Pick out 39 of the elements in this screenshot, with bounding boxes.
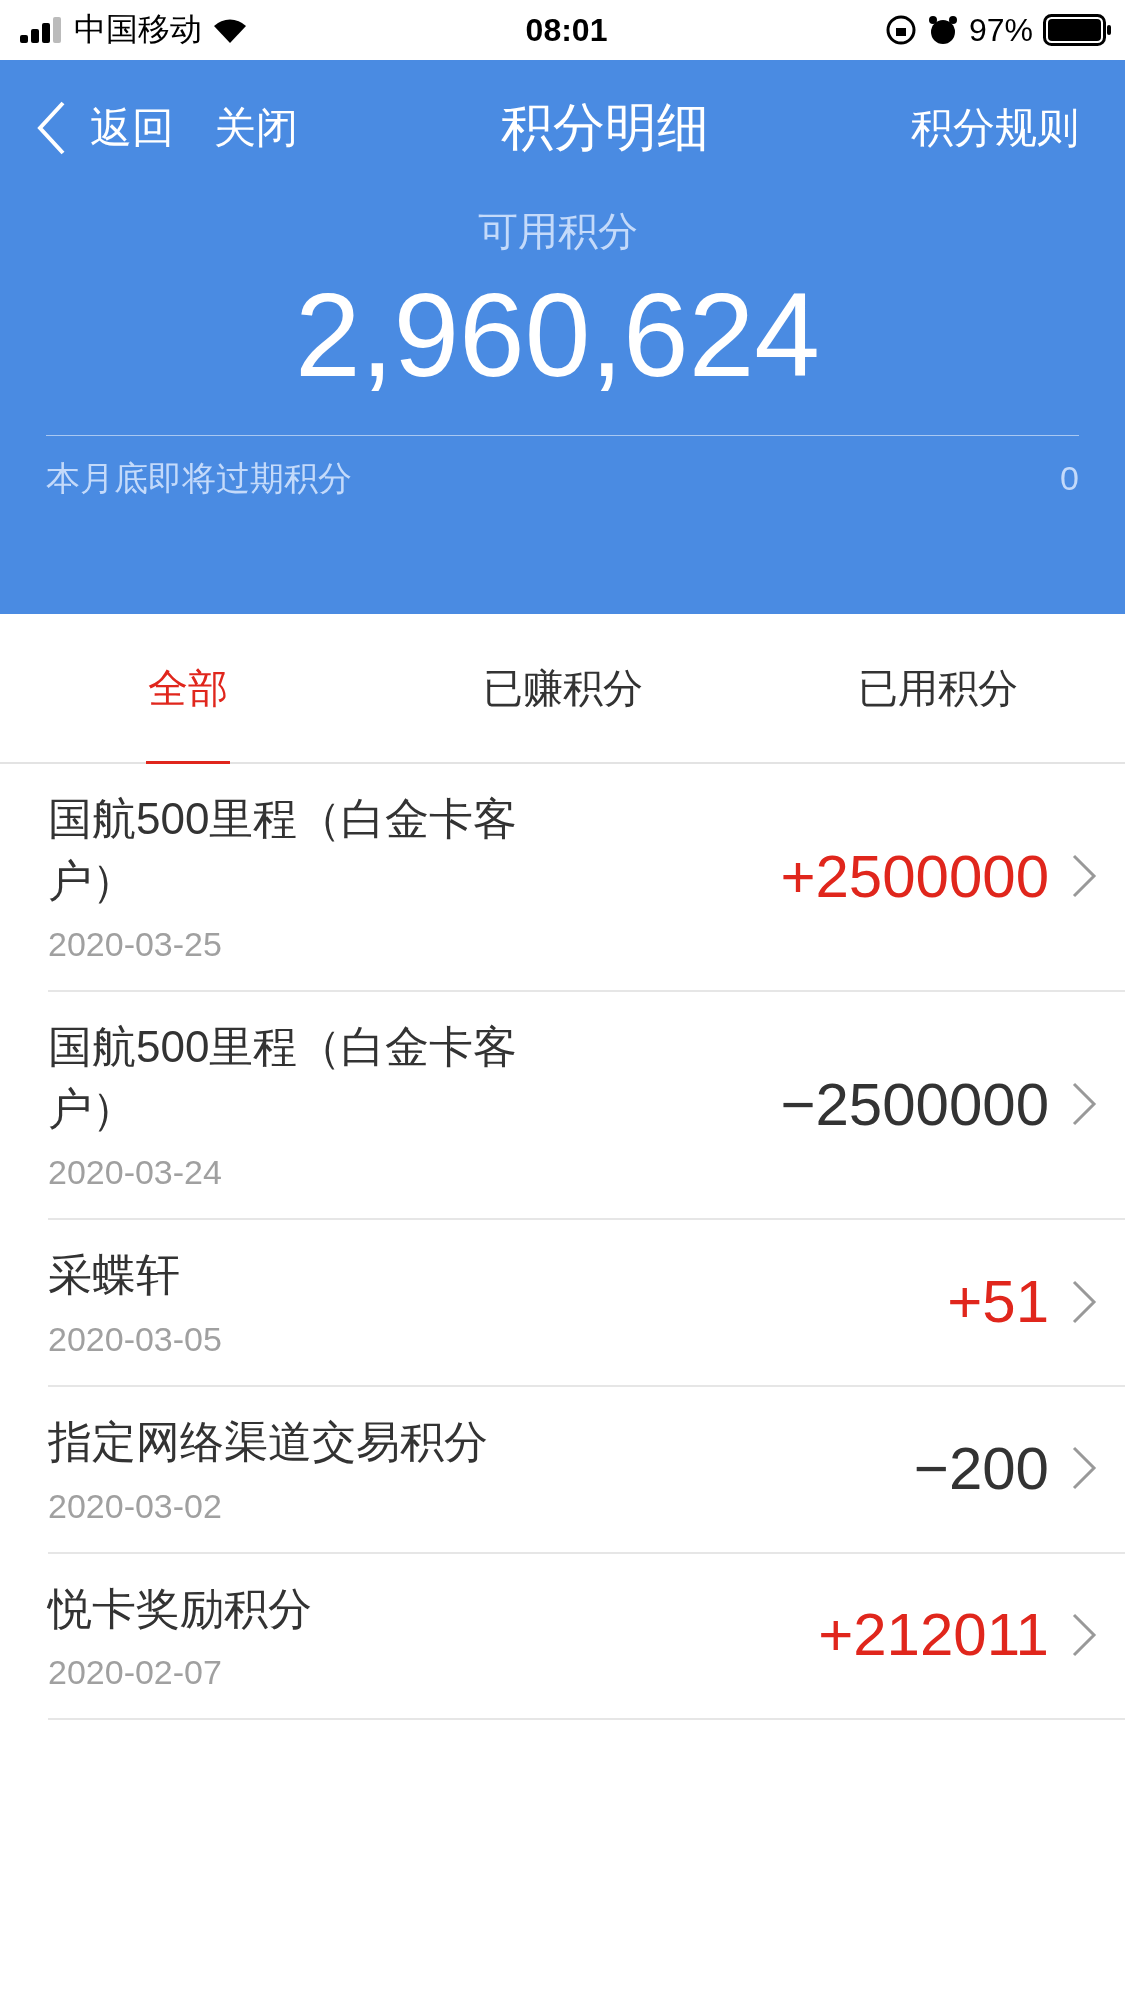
record-date: 2020-03-24 [48, 1153, 223, 1193]
record-date: 2020-02-07 [48, 1653, 223, 1693]
record-date: 2020-03-02 [48, 1486, 223, 1526]
record-amount: −2500000 [780, 1069, 1049, 1139]
filter-tab[interactable]: 全部 [0, 614, 375, 762]
battery-icon [1043, 14, 1113, 46]
filter-tab[interactable]: 已赚积分 [375, 614, 750, 762]
record-amount: +212011 [818, 1600, 1049, 1670]
filter-tab[interactable]: 已用积分 [750, 614, 1125, 762]
signal-icon [20, 17, 64, 43]
record-title: 指定网络渠道交易积分 [48, 1415, 489, 1468]
chevron-right-icon [1071, 1445, 1097, 1492]
expiring-value: 0 [1060, 459, 1079, 499]
points-balance: 2,960,624 [294, 268, 821, 403]
record-title: 国航500里程（白金卡客户） [48, 1021, 519, 1135]
record-title: 国航500里程（白金卡客户） [48, 793, 519, 907]
record-amount: +51 [947, 1267, 1049, 1337]
record-row[interactable]: 采蝶轩 2020-03-05 +51 [48, 1220, 1125, 1387]
record-title: 采蝶轩 [48, 1249, 181, 1302]
record-amount: −200 [913, 1433, 1049, 1503]
chevron-right-icon [1071, 1278, 1097, 1325]
carrier-name: 中国移动 [74, 10, 202, 49]
chevron-right-icon [1071, 1081, 1097, 1128]
record-row[interactable]: 悦卡奖励积分 2020-02-07 +212011 [48, 1553, 1125, 1721]
chevron-right-icon [1071, 1611, 1097, 1658]
record-date: 2020-03-05 [48, 1319, 223, 1359]
record-row[interactable]: 指定网络渠道交易积分 2020-03-02 −200 [48, 1386, 1125, 1554]
points-label: 可用积分 [476, 208, 639, 255]
page-title: 积分明细 [499, 97, 710, 158]
back-icon [36, 100, 66, 156]
record-amount: +2500000 [780, 841, 1049, 911]
chevron-right-icon [1071, 853, 1097, 900]
clock-time: 08:01 [525, 11, 608, 49]
expiring-label: 本月底即将过期积分 [46, 457, 352, 499]
record-date: 2020-03-25 [48, 925, 223, 965]
battery-percent: 97% [968, 11, 1033, 49]
record-row[interactable]: 国航500里程（白金卡客户） 2020-03-25 +2500000 [48, 764, 1125, 993]
record-title: 悦卡奖励积分 [48, 1582, 313, 1635]
record-row[interactable]: 国航500里程（白金卡客户） 2020-03-24 −2500000 [48, 992, 1125, 1221]
